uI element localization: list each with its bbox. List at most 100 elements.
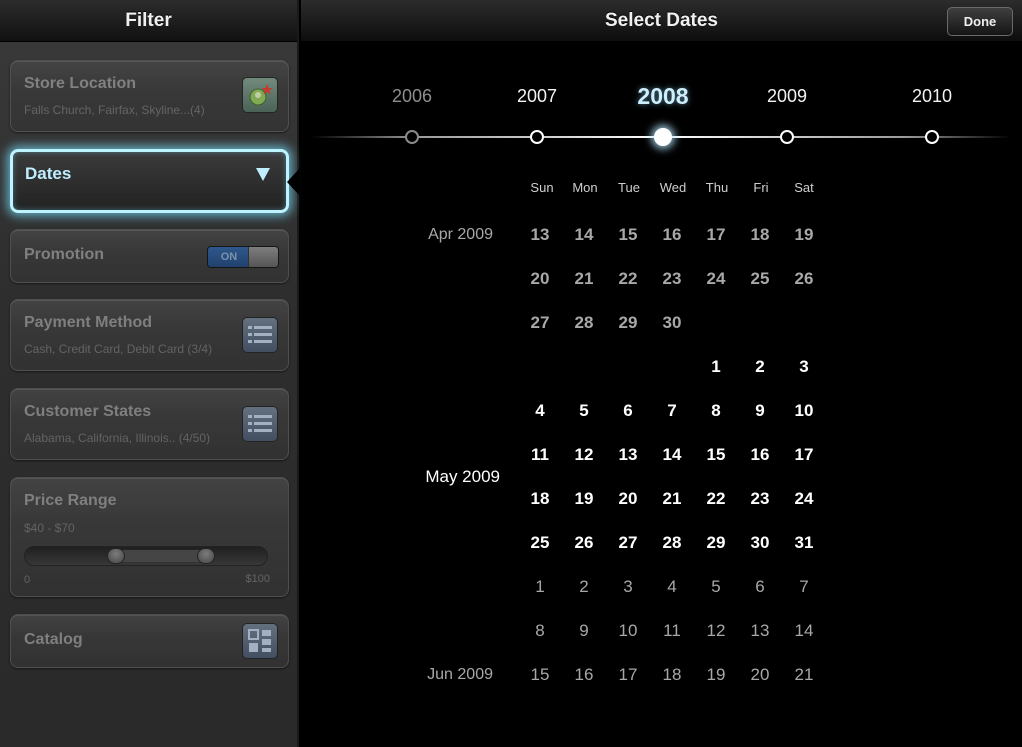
year-label-2007[interactable]: 2007 bbox=[497, 86, 577, 107]
store-location-card[interactable]: Store Location Falls Church, Fairfax, Sk… bbox=[10, 60, 289, 132]
calendar-day[interactable]: 15 bbox=[694, 445, 738, 465]
year-label-2009[interactable]: 2009 bbox=[747, 86, 827, 107]
calendar-day[interactable]: 12 bbox=[562, 445, 606, 465]
done-button[interactable]: Done bbox=[947, 7, 1013, 36]
calendar-day[interactable]: 13 bbox=[518, 225, 562, 245]
price-range-card[interactable]: Price Range $40 - $70 0 $100 bbox=[10, 477, 289, 597]
month-label-apr: Apr 2009 bbox=[428, 226, 493, 243]
year-dot-2009[interactable] bbox=[780, 130, 794, 144]
calendar-day[interactable]: 4 bbox=[650, 577, 694, 597]
catalog-title: Catalog bbox=[24, 631, 83, 648]
calendar-day[interactable]: 24 bbox=[694, 269, 738, 289]
calendar-day[interactable]: 1 bbox=[694, 357, 738, 377]
dates-title: Dates bbox=[25, 164, 72, 183]
payment-method-title: Payment Method bbox=[24, 314, 153, 331]
calendar-day[interactable]: 11 bbox=[650, 621, 694, 641]
calendar-day[interactable]: 14 bbox=[782, 621, 826, 641]
year-dot-2006[interactable] bbox=[405, 130, 419, 144]
calendar-day[interactable]: 15 bbox=[606, 225, 650, 245]
calendar-day[interactable]: 22 bbox=[694, 489, 738, 509]
calendar-day[interactable]: 25 bbox=[738, 269, 782, 289]
calendar-day[interactable]: 26 bbox=[782, 269, 826, 289]
calendar-day[interactable]: 23 bbox=[738, 489, 782, 509]
calendar-day[interactable]: 10 bbox=[782, 401, 826, 421]
calendar-day[interactable]: 18 bbox=[738, 225, 782, 245]
calendar-day[interactable]: 16 bbox=[562, 665, 606, 685]
calendar-day[interactable]: 28 bbox=[562, 313, 606, 333]
calendar-day[interactable]: 1 bbox=[518, 577, 562, 597]
calendar-day[interactable]: 3 bbox=[782, 357, 826, 377]
calendar-day[interactable]: 25 bbox=[518, 533, 562, 553]
calendar-day[interactable]: 29 bbox=[694, 533, 738, 553]
calendar-day[interactable]: 20 bbox=[738, 665, 782, 685]
calendar-day[interactable]: 14 bbox=[562, 225, 606, 245]
customer-states-card[interactable]: Customer States Alabama, California, Ill… bbox=[10, 388, 289, 460]
slider-max-label: $100 bbox=[245, 573, 270, 585]
slider-max-handle[interactable] bbox=[197, 548, 215, 564]
calendar-day[interactable]: 19 bbox=[562, 489, 606, 509]
calendar-day[interactable]: 14 bbox=[650, 445, 694, 465]
year-dot-2010[interactable] bbox=[925, 130, 939, 144]
calendar-day[interactable]: 19 bbox=[782, 225, 826, 245]
calendar-day[interactable]: 8 bbox=[518, 621, 562, 641]
calendar-day[interactable]: 15 bbox=[518, 665, 562, 685]
calendar-day[interactable]: 23 bbox=[650, 269, 694, 289]
calendar-day[interactable]: 2 bbox=[562, 577, 606, 597]
customer-states-title: Customer States bbox=[24, 403, 152, 420]
calendar-day[interactable]: 4 bbox=[518, 401, 562, 421]
calendar-day[interactable]: 9 bbox=[562, 621, 606, 641]
dates-card[interactable]: Dates bbox=[10, 149, 289, 213]
calendar-day[interactable]: 29 bbox=[606, 313, 650, 333]
year-label-2008[interactable]: 2008 bbox=[623, 83, 703, 110]
calendar-day[interactable]: 21 bbox=[562, 269, 606, 289]
calendar-day[interactable]: 22 bbox=[606, 269, 650, 289]
calendar-day[interactable]: 6 bbox=[738, 577, 782, 597]
payment-method-card[interactable]: Payment Method Cash, Credit Card, Debit … bbox=[10, 299, 289, 371]
calendar-day[interactable]: 18 bbox=[650, 665, 694, 685]
calendar-day[interactable]: 12 bbox=[694, 621, 738, 641]
year-label-2006[interactable]: 2006 bbox=[372, 86, 452, 107]
calendar-day[interactable]: 17 bbox=[694, 225, 738, 245]
calendar-day[interactable]: 6 bbox=[606, 401, 650, 421]
calendar-day[interactable]: 7 bbox=[782, 577, 826, 597]
calendar-day[interactable]: 3 bbox=[606, 577, 650, 597]
toggle-knob bbox=[248, 247, 278, 267]
price-range-slider[interactable] bbox=[24, 546, 268, 566]
calendar-day[interactable]: 21 bbox=[782, 665, 826, 685]
calendar-day[interactable]: 17 bbox=[606, 665, 650, 685]
calendar-day[interactable]: 30 bbox=[738, 533, 782, 553]
calendar-day[interactable]: 18 bbox=[518, 489, 562, 509]
calendar-day[interactable]: 5 bbox=[562, 401, 606, 421]
calendar-day[interactable]: 26 bbox=[562, 533, 606, 553]
calendar-day[interactable]: 20 bbox=[518, 269, 562, 289]
calendar-day[interactable]: 5 bbox=[694, 577, 738, 597]
promotion-toggle[interactable]: ON bbox=[207, 246, 279, 268]
year-dot-2008[interactable] bbox=[654, 128, 672, 146]
calendar-day[interactable]: 31 bbox=[782, 533, 826, 553]
calendar-day[interactable]: 16 bbox=[650, 225, 694, 245]
calendar-day[interactable]: 2 bbox=[738, 357, 782, 377]
calendar-day[interactable]: 21 bbox=[650, 489, 694, 509]
calendar-day[interactable]: 20 bbox=[606, 489, 650, 509]
calendar-day[interactable]: 16 bbox=[738, 445, 782, 465]
slider-min-handle[interactable] bbox=[107, 548, 125, 564]
calendar-day[interactable]: 17 bbox=[782, 445, 826, 465]
calendar-day[interactable]: 28 bbox=[650, 533, 694, 553]
calendar-day[interactable]: 30 bbox=[650, 313, 694, 333]
calendar-day[interactable]: 7 bbox=[650, 401, 694, 421]
calendar-day[interactable]: 19 bbox=[694, 665, 738, 685]
calendar-day[interactable]: 27 bbox=[606, 533, 650, 553]
catalog-card[interactable]: Catalog bbox=[10, 614, 289, 668]
calendar-day[interactable]: 8 bbox=[694, 401, 738, 421]
calendar-day[interactable]: 13 bbox=[606, 445, 650, 465]
calendar-day[interactable]: 10 bbox=[606, 621, 650, 641]
promotion-card[interactable]: Promotion ON bbox=[10, 229, 289, 283]
year-label-2010[interactable]: 2010 bbox=[892, 86, 972, 107]
calendar-day[interactable]: 13 bbox=[738, 621, 782, 641]
calendar-day[interactable]: 9 bbox=[738, 401, 782, 421]
calendar-day[interactable]: 11 bbox=[518, 445, 562, 465]
year-dot-2007[interactable] bbox=[530, 130, 544, 144]
select-dates-header: Select Dates Done bbox=[301, 0, 1022, 42]
calendar-day[interactable]: 24 bbox=[782, 489, 826, 509]
calendar-day[interactable]: 27 bbox=[518, 313, 562, 333]
